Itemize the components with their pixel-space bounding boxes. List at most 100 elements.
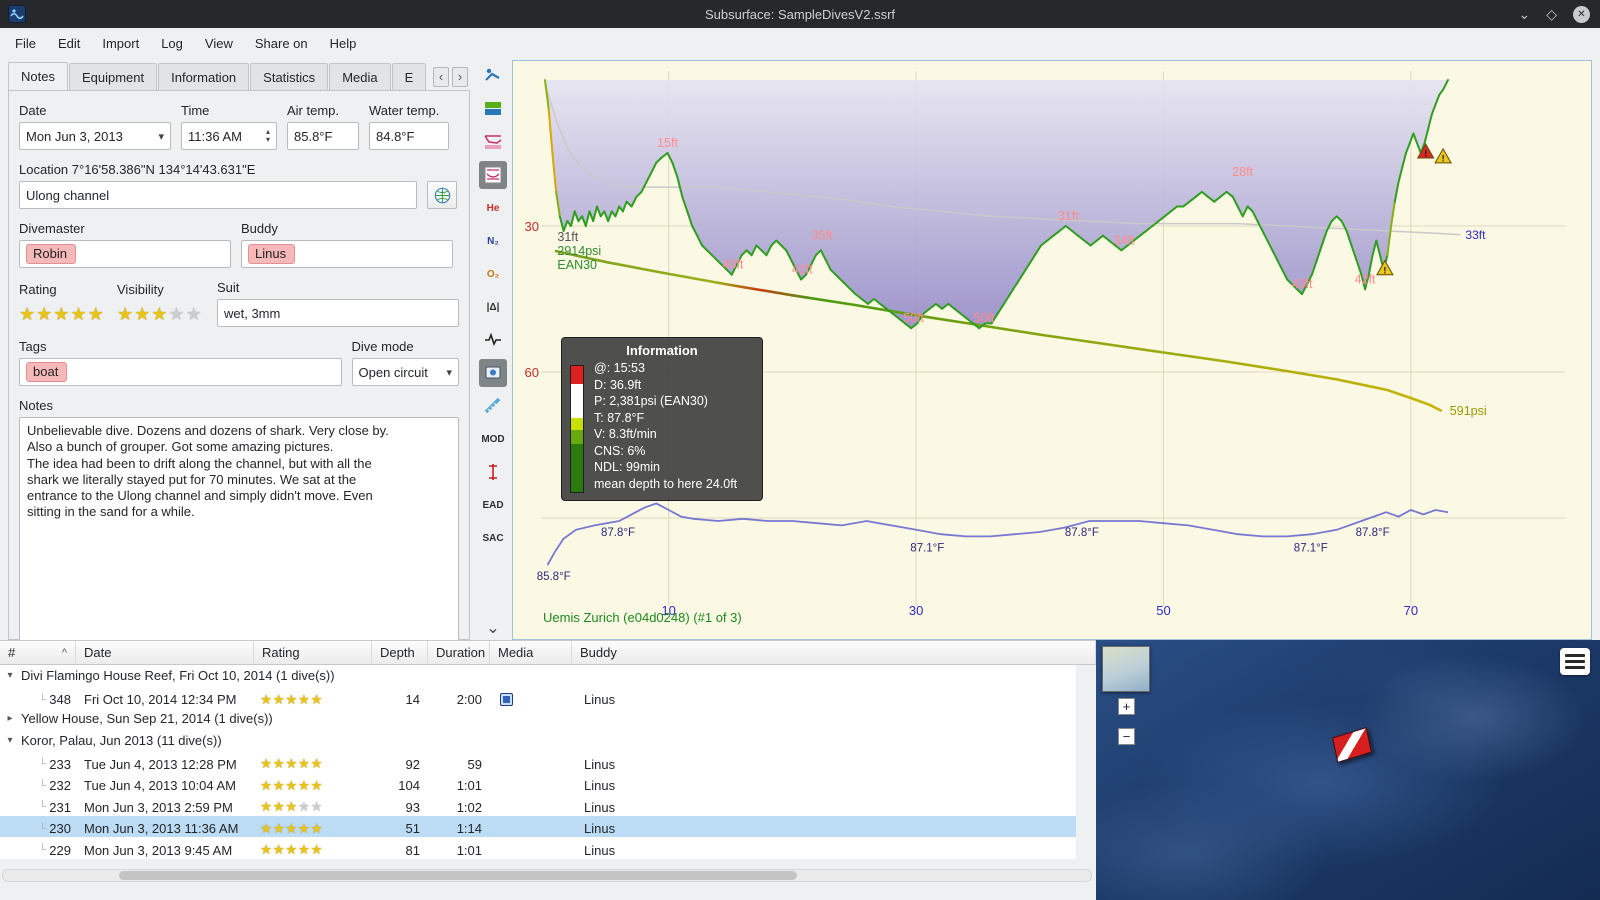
star-icon: ★ bbox=[36, 303, 54, 324]
show-photos-icon[interactable] bbox=[479, 359, 507, 387]
buddy-field[interactable]: Linus bbox=[241, 240, 453, 268]
map-overview-thumbnail[interactable] bbox=[1102, 646, 1150, 692]
column-header-media[interactable]: Media bbox=[490, 641, 572, 664]
dc-reported-ceiling-icon[interactable] bbox=[479, 161, 507, 189]
tab-e[interactable]: E bbox=[391, 63, 427, 90]
water-temp-field[interactable]: 84.8°F bbox=[369, 122, 449, 150]
column-header-depth[interactable]: Depth bbox=[372, 641, 428, 664]
dive-number: 348 bbox=[49, 692, 71, 707]
close-window-button[interactable]: ✕ bbox=[1573, 5, 1590, 23]
dive-row[interactable]: └ 230 Mon Jun 3, 2013 11:36 AM ★ ★ ★ ★ ★ 51 1:14 L… bbox=[0, 815, 1076, 837]
date-label: Date bbox=[19, 103, 47, 118]
dive-number: 230 bbox=[49, 821, 71, 836]
map-zoom-out-button[interactable]: − bbox=[1118, 728, 1135, 745]
gas-window-icon[interactable]: |Δ| bbox=[479, 293, 507, 321]
buddy-chip[interactable]: Linus bbox=[248, 244, 296, 264]
tree-branch-icon: └ bbox=[38, 779, 47, 792]
heart-rate-icon[interactable] bbox=[479, 326, 507, 354]
pp-helium-icon[interactable]: He bbox=[479, 194, 507, 222]
maximize-window-button[interactable]: ◇ bbox=[1546, 6, 1557, 23]
dive-mode-icon[interactable] bbox=[479, 62, 507, 90]
mod-icon[interactable]: MOD bbox=[479, 425, 507, 453]
tag-chip[interactable]: boat bbox=[26, 362, 68, 382]
tags-label: Tags bbox=[19, 339, 47, 354]
menu-item-import[interactable]: Import bbox=[91, 30, 150, 57]
tab-information[interactable]: Information bbox=[158, 63, 250, 90]
dive-row[interactable]: └ 233 Tue Jun 4, 2013 12:28 PM ★ ★ ★ ★ ★ 92 59 Lin… bbox=[0, 751, 1076, 773]
tab-notes[interactable]: Notes bbox=[8, 62, 68, 91]
expander-open-icon[interactable]: ▾ bbox=[5, 735, 15, 746]
notes-textarea[interactable]: Unbelievable dive. Dozens and dozens of … bbox=[19, 417, 459, 655]
column-header-duration[interactable]: Duration bbox=[428, 641, 490, 664]
menu-item-share-on[interactable]: Share on bbox=[244, 30, 319, 57]
trip-row[interactable]: ▾ Divi Flamingo House Reef, Fri Oct 10, 2… bbox=[0, 665, 1076, 687]
ruler-icon[interactable] bbox=[479, 392, 507, 420]
date-combobox[interactable]: Mon Jun 3, 2013 ▾ bbox=[19, 122, 171, 150]
visibility-stars[interactable]: ★ ★ ★ ★ ★ bbox=[117, 301, 207, 327]
dive-profile-chart[interactable]: 15ft 40ft 41ft 35ft 50ft 50ft 31ft 34ft 28ft 43ft… bbox=[512, 60, 1592, 640]
star-icon: ★ bbox=[310, 842, 324, 857]
air-temp-field[interactable]: 85.8°F bbox=[287, 122, 359, 150]
divemaster-field[interactable]: Robin bbox=[19, 240, 231, 268]
time-spinbox[interactable]: 11:36 AM ▴ ▾ bbox=[181, 122, 277, 150]
ead-icon[interactable]: EAD bbox=[479, 491, 507, 519]
sac-icon[interactable]: SAC bbox=[479, 524, 507, 552]
dropdown-arrow-icon: ▾ bbox=[446, 366, 452, 379]
location-field[interactable]: Ulong channel bbox=[19, 181, 417, 209]
dive-row[interactable]: └ 231 Mon Jun 3, 2013 2:59 PM ★ ★ ★ ★ ★ 93 1:02 Li… bbox=[0, 794, 1076, 816]
map-menu-button[interactable] bbox=[1560, 648, 1590, 675]
dive-site-map[interactable]: + − bbox=[1096, 640, 1600, 900]
svg-text:28ft: 28ft bbox=[1232, 165, 1253, 179]
dive-row[interactable]: └ 229 Mon Jun 3, 2013 9:45 AM ★ ★ ★ ★ ★ 81 1:01 Li… bbox=[0, 837, 1076, 859]
dive-info-panel: Notes Equipment Information Statistics Media… bbox=[8, 62, 470, 655]
column-header--[interactable]: # ^ bbox=[0, 641, 76, 664]
menu-item-file[interactable]: File bbox=[4, 30, 47, 57]
svg-text:43ft: 43ft bbox=[1292, 277, 1313, 291]
toolbar-more-icon[interactable]: ⌄ bbox=[486, 618, 499, 640]
tags-field[interactable]: boat bbox=[19, 358, 342, 386]
map-zoom-in-button[interactable]: + bbox=[1118, 698, 1135, 715]
dive-list-horizontal-scrollbar[interactable] bbox=[2, 869, 1092, 882]
suit-field[interactable]: wet, 3mm bbox=[217, 299, 459, 327]
star-icon: ★ bbox=[260, 691, 273, 707]
svg-text:15ft: 15ft bbox=[657, 136, 678, 150]
calculated-ceiling-icon[interactable] bbox=[479, 128, 507, 156]
dive-site-flag-marker[interactable] bbox=[1332, 727, 1372, 763]
expander-open-icon[interactable]: ▾ bbox=[5, 670, 15, 681]
menu-item-edit[interactable]: Edit bbox=[47, 30, 91, 57]
dive-number-cell: └ 229 bbox=[0, 843, 76, 858]
column-header-rating[interactable]: Rating bbox=[254, 641, 372, 664]
profile-toolbar: He N₂ O₂ |Δ| MOD EAD SAC ⌄ bbox=[476, 62, 510, 640]
pp-nitrogen-icon[interactable]: N₂ bbox=[479, 227, 507, 255]
scale-icon[interactable] bbox=[479, 458, 507, 486]
dive-mode-combobox[interactable]: Open circuit ▾ bbox=[351, 358, 459, 386]
info-box-line: V: 8.3ft/min bbox=[594, 427, 657, 441]
menu-item-help[interactable]: Help bbox=[319, 30, 368, 57]
shade-window-button[interactable]: ⌄ bbox=[1518, 6, 1530, 23]
spin-down-icon[interactable]: ▾ bbox=[266, 136, 270, 144]
tab-equipment[interactable]: Equipment bbox=[68, 63, 158, 90]
media-photo-icon[interactable] bbox=[500, 693, 513, 706]
dive-row[interactable]: └ 348 Fri Oct 10, 2014 12:34 PM ★ ★ ★ ★ ★ 14 2:00… bbox=[0, 686, 1076, 708]
column-header-date[interactable]: Date bbox=[76, 641, 254, 664]
trip-row[interactable]: ▸ Yellow House, Sun Sep 21, 2014 (1 dive(… bbox=[0, 708, 1076, 730]
divemaster-chip[interactable]: Robin bbox=[26, 244, 76, 264]
menu-item-log[interactable]: Log bbox=[150, 30, 194, 57]
info-box-line: NDL: 99min bbox=[594, 460, 660, 474]
rating-stars[interactable]: ★ ★ ★ ★ ★ bbox=[19, 301, 107, 327]
tab-scroll-left-button[interactable]: ‹ bbox=[433, 67, 449, 87]
trip-row[interactable]: ▾ Koror, Palau, Jun 2013 (11 dive(s)) bbox=[0, 729, 1076, 751]
star-icon: ★ bbox=[70, 303, 88, 324]
expander-closed-icon[interactable]: ▸ bbox=[5, 713, 15, 724]
tab-scroll-right-button[interactable]: › bbox=[452, 67, 468, 87]
air-temp-value: 85.8°F bbox=[294, 128, 333, 144]
pp-oxygen-icon[interactable]: O₂ bbox=[479, 260, 507, 288]
tab-media[interactable]: Media bbox=[329, 63, 391, 90]
menu-item-view[interactable]: View bbox=[194, 30, 244, 57]
tissue-saturation-icon[interactable] bbox=[479, 95, 507, 123]
globe-button[interactable] bbox=[427, 181, 457, 209]
dive-list-header: # ^ Date Rating Depth Duration Media Buddy bbox=[0, 641, 1096, 665]
dive-row[interactable]: └ 232 Tue Jun 4, 2013 10:04 AM ★ ★ ★ ★ ★ 104 1:01… bbox=[0, 772, 1076, 794]
column-header-buddy[interactable]: Buddy bbox=[572, 641, 1096, 664]
tab-statistics[interactable]: Statistics bbox=[250, 63, 329, 90]
